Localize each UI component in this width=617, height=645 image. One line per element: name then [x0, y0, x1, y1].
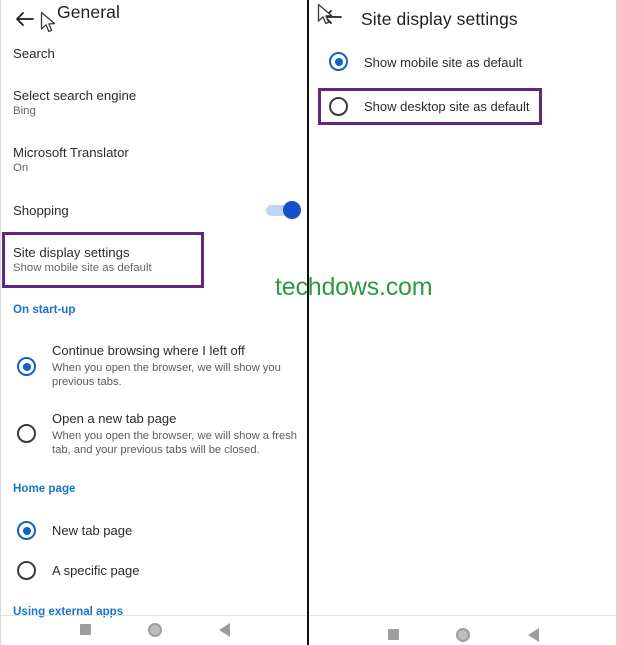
shopping-toggle-switch[interactable]: [266, 200, 302, 220]
toggle-thumb: [283, 201, 301, 219]
radio-label-new-tab-page[interactable]: New tab page: [52, 523, 132, 538]
radio-label-a-specific-page[interactable]: A specific page: [52, 563, 139, 578]
left-phone-panel: General Search Select search engine Bing…: [0, 0, 307, 645]
row-search-title[interactable]: Search: [13, 46, 55, 61]
panel-divider: [307, 0, 309, 645]
radio-a-specific-page[interactable]: [17, 561, 36, 580]
circle-home-icon[interactable]: [148, 623, 162, 637]
highlight-box-site-display: [2, 232, 204, 288]
row-translator-title[interactable]: Microsoft Translator: [13, 145, 129, 160]
square-recents-icon[interactable]: [388, 629, 399, 640]
right-phone-panel: Site display settings Show mobile site a…: [308, 0, 617, 645]
radio-label-show-mobile-site[interactable]: Show mobile site as default: [364, 55, 522, 70]
page-title: Site display settings: [361, 9, 518, 29]
row-search-engine-sub: Bing: [13, 105, 36, 117]
radio-label-open-new-tab[interactable]: Open a new tab page: [52, 411, 176, 426]
triangle-back-icon[interactable]: [219, 623, 230, 637]
mouse-cursor-left: [40, 11, 57, 35]
row-translator-sub: On: [13, 162, 29, 174]
radio-continue-browsing[interactable]: [17, 357, 36, 376]
watermark-text: techdows.com: [275, 273, 433, 301]
radio-desc-open-new-tab: When you open the browser, we will show …: [52, 430, 298, 456]
screenshot-root: General Search Select search engine Bing…: [0, 0, 617, 645]
right-android-navbar: [308, 615, 617, 645]
left-android-navbar: [0, 615, 307, 645]
page-title: General: [57, 2, 120, 22]
radio-show-mobile-site[interactable]: [329, 52, 348, 71]
section-header-home-page: Home page: [13, 482, 76, 495]
square-recents-icon[interactable]: [80, 624, 91, 635]
back-arrow-icon[interactable]: [12, 6, 38, 32]
circle-home-icon[interactable]: [456, 628, 470, 642]
radio-desc-continue-browsing: When you open the browser, we will show …: [52, 362, 281, 388]
mouse-cursor-right: [317, 3, 334, 27]
left-edge-line: [0, 0, 1, 645]
radio-open-new-tab[interactable]: [17, 424, 36, 443]
triangle-back-icon[interactable]: [528, 628, 539, 642]
section-header-on-startup: On start-up: [13, 303, 76, 316]
highlight-box-show-desktop-site: [318, 88, 542, 125]
navbar-separator: [0, 615, 307, 616]
radio-new-tab-page[interactable]: [17, 521, 36, 540]
row-search-engine-title[interactable]: Select search engine: [13, 88, 136, 103]
right-app-header: Site display settings: [308, 0, 617, 40]
row-shopping-title[interactable]: Shopping: [13, 203, 69, 218]
radio-label-continue-browsing[interactable]: Continue browsing where I left off: [52, 343, 245, 358]
navbar-separator: [308, 615, 617, 616]
